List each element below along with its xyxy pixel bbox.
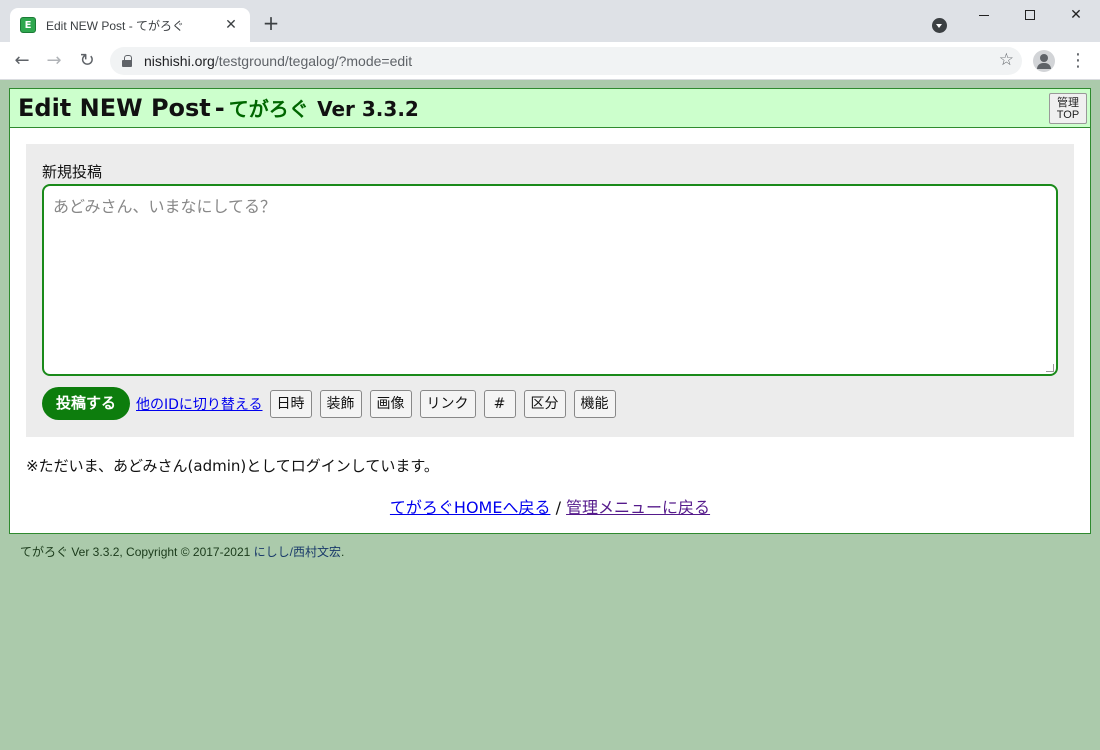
app-version: Ver 3.3.2: [317, 97, 419, 121]
page-header: Edit NEW Post - てがろぐ Ver 3.3.2 管理 TOP: [10, 89, 1090, 128]
textarea-placeholder: あどみさん、いまなにしてる？: [53, 197, 277, 216]
minimize-button[interactable]: [961, 0, 1007, 30]
minimize-icon: [979, 14, 989, 16]
browser-tabbar: E Edit NEW Post - てがろぐ ✕ + ✕: [0, 0, 1100, 42]
resize-grip-icon[interactable]: [1046, 364, 1054, 372]
form-controls: 投稿する 他のIDに切り替える 日時 装飾 画像 リンク # 区分 機能: [42, 387, 624, 420]
url-host: nishishi.org: [144, 53, 215, 69]
copyright: てがろぐ Ver 3.3.2, Copyright © 2017-2021 にし…: [20, 543, 344, 560]
app-name: てがろぐ: [228, 97, 309, 121]
page-title: Edit NEW Post - てがろぐ Ver 3.3.2: [18, 93, 419, 122]
form-label: 新規投稿: [42, 163, 103, 181]
page-title-sep: -: [214, 94, 225, 122]
admin-top-line2: TOP: [1056, 109, 1080, 121]
decoration-button[interactable]: 装飾: [319, 389, 362, 418]
bottom-links: てがろぐHOMEへ戻る / 管理メニューに戻る: [10, 494, 1090, 518]
link-button[interactable]: リンク: [419, 389, 476, 418]
maximize-icon: [1025, 10, 1035, 20]
tab-close-icon[interactable]: ✕: [222, 17, 240, 33]
url-path: /testground/tegalog/?mode=edit: [214, 53, 413, 69]
switch-id-link[interactable]: 他のIDに切り替える: [136, 394, 263, 414]
new-tab-button[interactable]: +: [260, 12, 282, 34]
address-bar[interactable]: nishishi.org/testground/tegalog/?mode=ed…: [110, 47, 1022, 75]
links-separator: /: [555, 498, 561, 517]
image-button[interactable]: 画像: [369, 389, 412, 418]
browser-toolbar: ← → ↻ nishishi.org/testground/tegalog/?m…: [0, 42, 1100, 80]
post-button[interactable]: 投稿する: [42, 387, 131, 420]
page-title-main: Edit NEW Post: [18, 94, 211, 122]
copyright-suffix: .: [340, 545, 345, 559]
bookmark-star-icon[interactable]: ☆: [999, 50, 1014, 70]
admin-top-button[interactable]: 管理 TOP: [1049, 93, 1087, 124]
tab-title: Edit NEW Post - てがろぐ: [46, 18, 185, 33]
back-arrow-icon[interactable]: ←: [10, 49, 34, 73]
favicon-icon: E: [20, 17, 36, 33]
browser-tab[interactable]: E Edit NEW Post - てがろぐ ✕: [10, 8, 250, 42]
admin-menu-link[interactable]: 管理メニューに戻る: [566, 498, 710, 517]
post-form: 新規投稿 あどみさん、いまなにしてる？ 投稿する 他のIDに切り替える 日時 装…: [26, 144, 1074, 437]
lock-icon: [122, 55, 132, 67]
post-textarea[interactable]: あどみさん、いまなにしてる？: [42, 184, 1058, 376]
browser-menu-icon[interactable]: ⋮: [1068, 51, 1088, 71]
author-name: にしし/西村文宏: [253, 545, 341, 559]
reload-icon[interactable]: ↻: [75, 49, 99, 73]
maximize-button[interactable]: [1007, 0, 1053, 30]
forward-arrow-icon[interactable]: →: [42, 49, 66, 73]
function-button[interactable]: 機能: [573, 389, 616, 418]
login-status: ※ただいま、あどみさん(admin)としてログインしています。: [26, 457, 439, 475]
copyright-prefix: てがろぐ Ver 3.3.2, Copyright © 2017-2021: [20, 545, 254, 559]
hashtag-button[interactable]: #: [483, 389, 516, 418]
datetime-button[interactable]: 日時: [269, 389, 312, 418]
url-text: nishishi.org/testground/tegalog/?mode=ed…: [144, 53, 412, 69]
window-close-button[interactable]: ✕: [1053, 0, 1099, 30]
category-button[interactable]: 区分: [523, 389, 566, 418]
profile-avatar-icon[interactable]: [1033, 50, 1055, 72]
tab-search-icon[interactable]: [932, 18, 947, 33]
page-frame: Edit NEW Post - てがろぐ Ver 3.3.2 管理 TOP 新規投稿…: [9, 88, 1091, 534]
admin-top-line1: 管理: [1057, 97, 1079, 109]
home-link[interactable]: てがろぐHOMEへ戻る: [390, 498, 551, 517]
